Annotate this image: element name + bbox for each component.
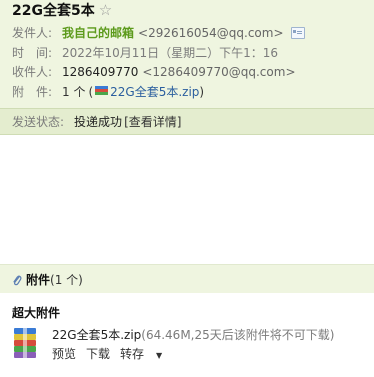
paperclip-icon (12, 274, 22, 286)
time-value: 2022年10月11日（星期二）下午1：16 (62, 46, 278, 60)
to-name[interactable]: 1286409770 (62, 65, 138, 79)
star-icon[interactable]: ☆ (99, 1, 112, 19)
attach-row: 附 件: 1 个 ( 22G全套5本.zip ) (12, 83, 204, 100)
contact-card-icon[interactable] (290, 26, 305, 39)
status-label: 发送状态: (12, 115, 65, 129)
save-to-label: 转存 (120, 347, 145, 361)
attachments-bar: 附件 (1 个) (0, 264, 374, 293)
to-label: 收件人: (12, 65, 53, 79)
status-row: 发送状态: 投递成功 [查看详情] (12, 113, 181, 130)
preview-link[interactable]: 预览 (52, 345, 76, 362)
chevron-down-icon: ▼ (156, 351, 163, 360)
time-row: 时 间: 2022年10月11日（星期二）下午1：16 (12, 44, 278, 61)
subject-title: 22G全套5本 (12, 3, 95, 19)
mail-header: 22G全套5本 ☆ 发件人: 我自己的邮箱 <292616054@qq.com>… (0, 0, 374, 108)
attach-paren-open: ( (88, 84, 94, 99)
download-link[interactable]: 下载 (86, 345, 110, 362)
from-label: 发件人: (12, 26, 53, 40)
attachments-title: 附件 (26, 273, 51, 287)
attachments-count: (1 个) (50, 273, 83, 287)
zip-file-icon (95, 86, 109, 97)
attachment-file-meta: (64.46M,25天后该附件将不可下载) (141, 328, 335, 342)
save-to-dropdown[interactable]: 转存 ▼ (120, 345, 172, 362)
attach-label: 附 件: (12, 85, 53, 99)
attach-count: 1 个 (62, 85, 86, 99)
from-name[interactable]: 我自己的邮箱 (62, 24, 134, 41)
attachments-title-row: 附件 (1 个) (12, 271, 83, 288)
to-address: <1286409770@qq.com> (142, 64, 296, 79)
from-address: <292616054@qq.com> (138, 25, 284, 40)
to-row: 收件人: 1286409770 <1286409770@qq.com> (12, 63, 296, 80)
time-label: 时 间: (12, 46, 53, 60)
attachment-file-name[interactable]: 22G全套5本.zip (52, 328, 141, 342)
from-row: 发件人: 我自己的邮箱 <292616054@qq.com> (12, 24, 305, 41)
attach-paren-close: ) (199, 84, 205, 99)
zip-archive-icon[interactable] (14, 328, 36, 358)
delivery-status-bar: 发送状态: 投递成功 [查看详情] (0, 108, 374, 135)
attachment-actions: 预览 下载 转存 ▼ (52, 345, 182, 362)
large-attachment-label: 超大附件 (12, 306, 61, 320)
mail-subject: 22G全套5本 ☆ (12, 0, 112, 20)
attach-file-link[interactable]: 22G全套5本.zip (110, 83, 199, 100)
attachment-file-row: 22G全套5本.zip(64.46M,25天后该附件将不可下载) (52, 326, 334, 343)
status-value: 投递成功 (74, 115, 123, 129)
view-details-link[interactable]: [查看详情] (124, 113, 181, 130)
